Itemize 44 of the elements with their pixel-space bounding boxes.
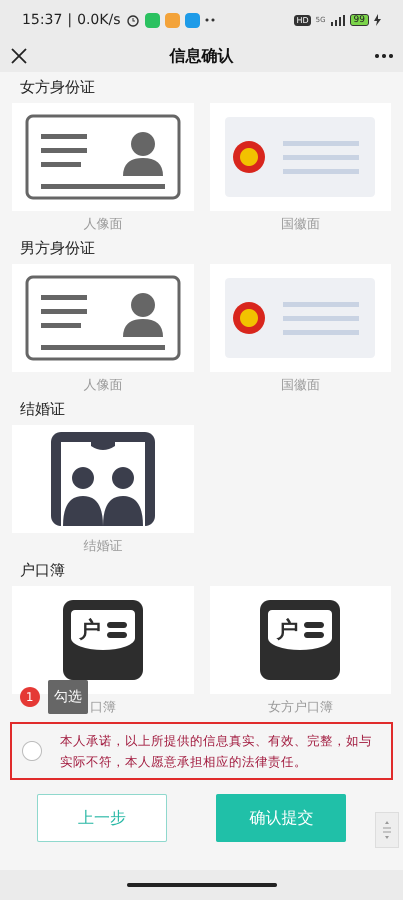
- upload-card[interactable]: [12, 103, 194, 211]
- id-card-icon: [24, 275, 181, 361]
- status-time: 15:37: [22, 12, 62, 28]
- card-label: 人像面: [83, 377, 122, 394]
- signal-icon: [330, 14, 345, 26]
- card-label: 国徽面: [280, 216, 320, 233]
- charging-icon: [374, 14, 381, 26]
- section-title: 女方身份证: [20, 78, 96, 97]
- tooltip: 勾选: [48, 680, 88, 714]
- agreement-text: 本人承诺，以上所提供的信息真实、有效、完整，如与实际不符，本人愿意承担相应的法律责任。: [60, 732, 373, 771]
- card-label: 结婚证: [83, 538, 122, 555]
- upload-card[interactable]: [12, 264, 194, 372]
- household-book-icon: 户: [62, 600, 143, 680]
- upload-card[interactable]: [210, 103, 391, 211]
- section-title: 男方身份证: [20, 239, 96, 258]
- section-title: 结婚证: [20, 400, 66, 419]
- separator: |: [67, 12, 72, 28]
- battery-level: 99: [350, 14, 369, 26]
- upload-card[interactable]: [12, 425, 194, 533]
- more-notifications-icon: [204, 18, 215, 22]
- emblem-card-icon: [225, 117, 376, 197]
- card-label: 口簿: [90, 699, 116, 716]
- network-speed: 0.0K/s: [77, 12, 121, 28]
- hd-indicator: HD: [294, 14, 311, 26]
- couple-certificate-icon: [50, 432, 155, 526]
- app-icon: [184, 12, 200, 28]
- more-icon[interactable]: [375, 54, 393, 58]
- agreement-radio[interactable]: [22, 741, 42, 761]
- card-label: 人像面: [83, 216, 122, 233]
- section-title: 户口簿: [20, 561, 66, 580]
- upload-card[interactable]: [210, 264, 391, 372]
- card-label: 女方户口簿: [268, 699, 333, 716]
- app-icon: [164, 12, 180, 28]
- card-label: 国徽面: [280, 377, 320, 394]
- close-icon[interactable]: [10, 47, 28, 65]
- alarm-icon: [126, 13, 140, 27]
- household-book-icon: 户: [260, 600, 340, 680]
- upload-card[interactable]: 户: [210, 586, 391, 694]
- chat-app-icon: [144, 12, 160, 28]
- id-card-icon: [24, 114, 181, 200]
- page-title: 信息确认: [170, 46, 234, 66]
- emblem-card-icon: [225, 278, 376, 358]
- scroll-handle-icon[interactable]: [375, 812, 399, 848]
- step-badge: 1: [20, 687, 40, 707]
